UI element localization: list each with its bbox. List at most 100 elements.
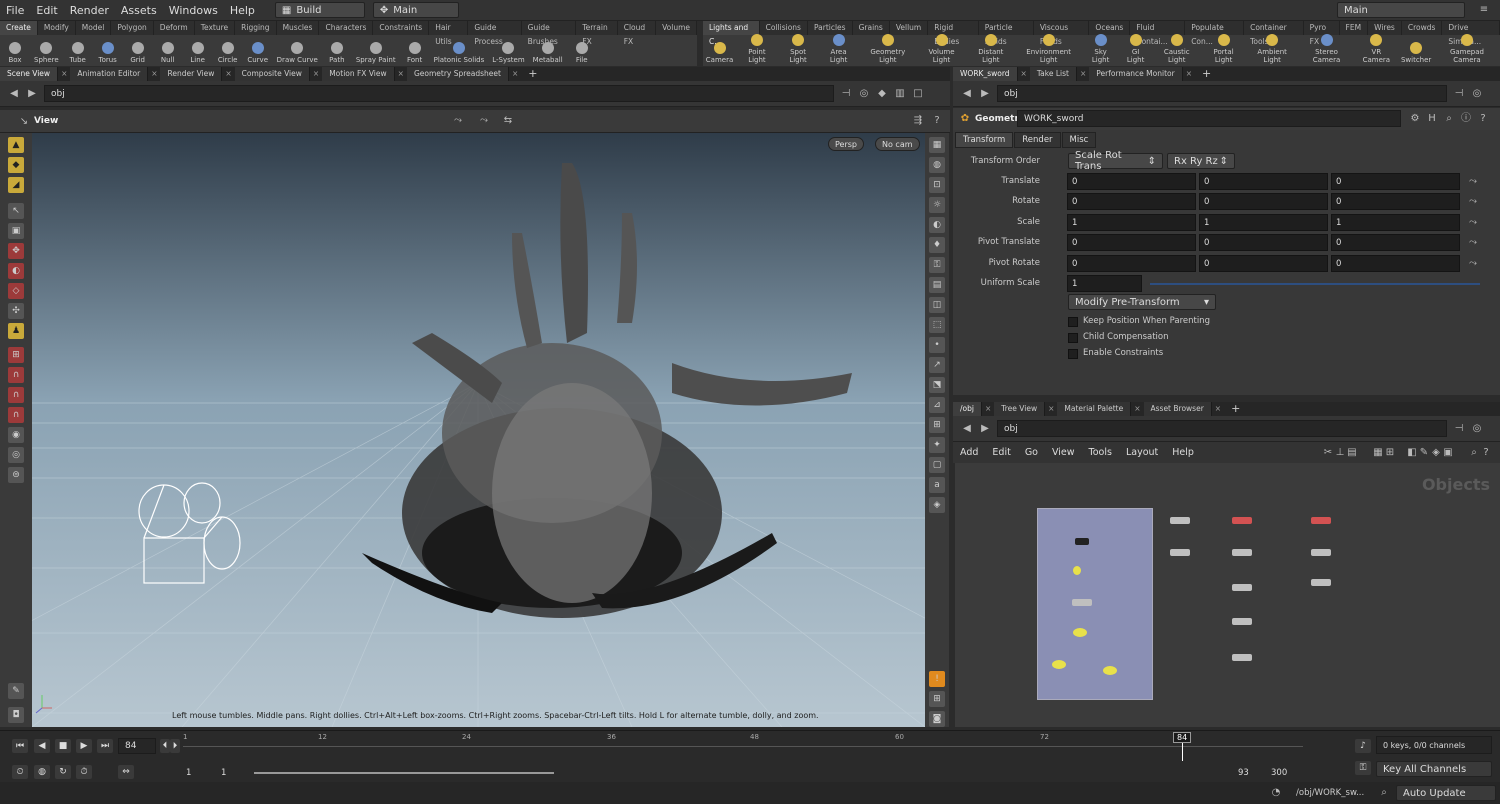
- network-menu-help[interactable]: Help: [1165, 447, 1201, 458]
- context-dropdown[interactable]: ✥ Main: [372, 2, 459, 18]
- shelf-tab[interactable]: Lights and C...: [703, 21, 760, 46]
- param-help-icon[interactable]: ◎: [1471, 88, 1483, 100]
- param-pin-icon[interactable]: ⊣: [1453, 88, 1465, 100]
- stop-icon[interactable]: ■: [55, 739, 71, 753]
- shelf-tool-torus[interactable]: Torus: [93, 42, 123, 64]
- camera-small-icon[interactable]: ◘: [8, 707, 24, 723]
- left-path-field[interactable]: obj: [44, 85, 834, 102]
- param-field[interactable]: 0: [1199, 193, 1328, 210]
- left-pane-tab[interactable]: Geometry Spreadsheet: [406, 67, 509, 81]
- network-pane-tab[interactable]: Asset Browser: [1143, 402, 1212, 416]
- rotate-tool-icon[interactable]: ◐: [8, 263, 24, 279]
- left-pane-tab[interactable]: Motion FX View: [322, 67, 395, 81]
- menu-file[interactable]: File: [0, 4, 30, 17]
- handle-tool-icon[interactable]: ✣: [8, 303, 24, 319]
- param-field[interactable]: 0: [1331, 193, 1460, 210]
- gear-icon[interactable]: ⚙: [1409, 113, 1421, 125]
- point-display-icon[interactable]: •: [929, 337, 945, 353]
- snap-point-icon[interactable]: ∩: [8, 387, 24, 403]
- modify-pre-transform-button[interactable]: Modify Pre-Transform ▾: [1068, 294, 1216, 310]
- step-back-icon[interactable]: ⏴: [160, 739, 170, 753]
- left-pane-tab[interactable]: Composite View: [234, 67, 310, 81]
- left-pane-tab[interactable]: Render View: [160, 67, 223, 81]
- param-tab-render[interactable]: Render: [1014, 132, 1061, 148]
- net-help2-icon[interactable]: ?: [1480, 447, 1492, 459]
- view-options-icon[interactable]: ⇶: [912, 115, 924, 127]
- select2-tool-icon[interactable]: ◆: [8, 157, 24, 173]
- key-all-channels-button[interactable]: Key All Channels: [1376, 761, 1492, 777]
- persp-menu[interactable]: Persp: [828, 137, 864, 151]
- shelf-tab[interactable]: Model: [76, 21, 112, 35]
- net-tool3-icon[interactable]: ▤: [1346, 447, 1358, 459]
- shelf-tool-circle[interactable]: Circle: [213, 42, 243, 64]
- shelf-tool-draw-curve[interactable]: Draw Curve: [273, 42, 322, 64]
- loop-icon[interactable]: ↻: [55, 765, 71, 779]
- shelf-tool-font[interactable]: Font: [400, 42, 430, 64]
- shelf-tool-spray-paint[interactable]: Spray Paint: [352, 42, 400, 64]
- param-field[interactable]: 0: [1331, 255, 1460, 272]
- shelf-tab[interactable]: FEM: [1340, 21, 1369, 35]
- node-smoke-back[interactable]: [1232, 618, 1252, 625]
- menu-help[interactable]: Help: [224, 4, 261, 17]
- node-ground[interactable]: [1170, 517, 1190, 524]
- view-help-icon[interactable]: ?: [931, 115, 943, 127]
- viewport-render-icon[interactable]: ◎: [8, 447, 24, 463]
- timeline-track[interactable]: [183, 746, 1303, 747]
- window-menu-icon[interactable]: ≡: [1478, 4, 1490, 16]
- last-frame-icon[interactable]: ⏭: [97, 739, 113, 753]
- shelf-tool-path[interactable]: Path: [322, 42, 352, 64]
- network-menu-edit[interactable]: Edit: [985, 447, 1017, 458]
- range-slider[interactable]: [254, 772, 554, 774]
- snap3-icon[interactable]: ⇆: [502, 115, 514, 127]
- checkbox[interactable]: [1068, 333, 1078, 343]
- node-light0[interactable]: [1073, 566, 1081, 575]
- close-tab-icon[interactable]: ×: [1131, 402, 1143, 416]
- shelf-tool-vr-camera[interactable]: VR Camera: [1354, 34, 1398, 64]
- perf-icon[interactable]: ⌕: [1378, 787, 1390, 799]
- close-tab-icon[interactable]: ×: [1212, 402, 1224, 416]
- shelf-tool-file[interactable]: File: [567, 42, 597, 64]
- node-sword-smoke[interactable]: [1311, 549, 1331, 556]
- menu-render[interactable]: Render: [64, 4, 115, 17]
- shelf-tool-ambient-light[interactable]: Ambient Light: [1246, 34, 1299, 64]
- net-tool8-icon[interactable]: ◈: [1430, 447, 1442, 459]
- close-tab-icon[interactable]: ×: [222, 67, 234, 81]
- network-menu-go[interactable]: Go: [1018, 447, 1045, 458]
- net-help-icon[interactable]: ◎: [1471, 423, 1483, 435]
- channel-icon[interactable]: ⤳: [1467, 196, 1479, 208]
- shelf-tab[interactable]: Wires: [1368, 21, 1402, 35]
- node-light2[interactable]: [1052, 660, 1066, 669]
- network-pane-tab[interactable]: Material Palette: [1057, 402, 1132, 416]
- node-box-front[interactable]: [1232, 584, 1252, 591]
- sound-icon[interactable]: ♪: [1355, 739, 1371, 753]
- network-pane-tab[interactable]: Tree View: [994, 402, 1046, 416]
- shelf-tool-area-light[interactable]: Area Light: [818, 34, 859, 64]
- warning-icon[interactable]: !: [929, 671, 945, 687]
- close-tab-icon[interactable]: ×: [982, 402, 994, 416]
- menu-edit[interactable]: Edit: [30, 4, 63, 17]
- rot-order-dropdown[interactable]: Rx Ry Rz ⇕: [1167, 153, 1235, 169]
- shelf-tab[interactable]: Texture: [195, 21, 236, 35]
- shelf-tool-volume-light[interactable]: Volume Light: [917, 34, 967, 64]
- shelf-tool-tube[interactable]: Tube: [63, 42, 93, 64]
- lock-tool-icon[interactable]: ▣: [8, 223, 24, 239]
- param-field[interactable]: 0: [1067, 255, 1196, 272]
- network-pane-tab[interactable]: /obj: [953, 402, 982, 416]
- transform-order-dropdown[interactable]: Scale Rot Trans ⇕: [1068, 150, 1163, 172]
- node-name-field[interactable]: WORK_sword: [1017, 110, 1401, 127]
- snap-multi-icon[interactable]: ∩: [8, 407, 24, 423]
- param-tab-transform[interactable]: Transform: [955, 132, 1014, 148]
- close-tab-icon[interactable]: ×: [1183, 67, 1195, 81]
- shelf-tab[interactable]: Constraints: [373, 21, 430, 35]
- channel-icon[interactable]: ⤳: [1467, 176, 1479, 188]
- param-forward-icon[interactable]: ▶: [979, 88, 991, 100]
- vertex-display-icon[interactable]: ⊿: [929, 397, 945, 413]
- audio-icon[interactable]: ◍: [34, 765, 50, 779]
- param-field[interactable]: 1: [1331, 214, 1460, 231]
- pin-view-icon[interactable]: ◈: [929, 497, 945, 513]
- param-pane-tab[interactable]: WORK_sword: [953, 67, 1018, 81]
- shelf-tool-environment-light[interactable]: Environment Light: [1015, 34, 1082, 64]
- shelf-tab[interactable]: Polygon: [111, 21, 154, 35]
- network-menu-tools[interactable]: Tools: [1082, 447, 1119, 458]
- shelf-tab[interactable]: Pyro FX: [1304, 21, 1340, 46]
